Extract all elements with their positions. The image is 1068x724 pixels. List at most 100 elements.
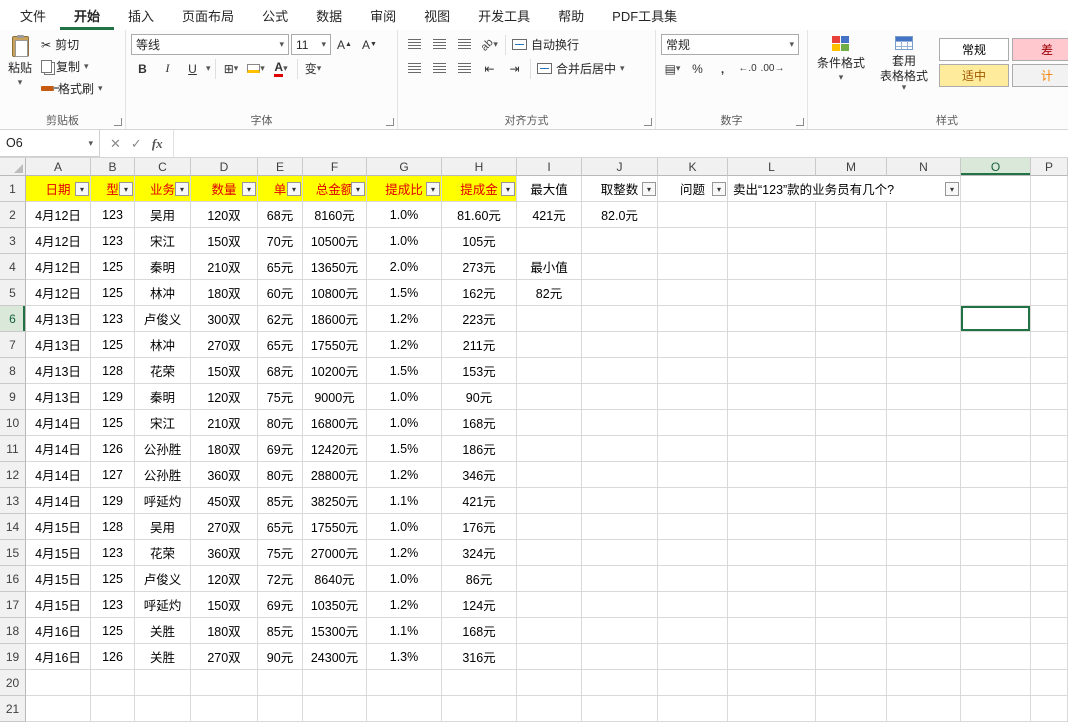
row-header-20[interactable]: 20 <box>0 670 26 696</box>
align-top-button[interactable] <box>403 34 426 55</box>
cell-I21[interactable] <box>517 696 582 722</box>
cell-N17[interactable] <box>887 592 961 618</box>
cell-B5[interactable]: 125 <box>91 280 135 306</box>
column-header-D[interactable]: D <box>191 158 258 176</box>
cell-F19[interactable]: 24300元 <box>303 644 367 670</box>
font-size-select[interactable]: 11 ▾ <box>291 34 331 55</box>
filter-dropdown-icon-H1[interactable]: ▾ <box>501 182 515 196</box>
cell-P16[interactable] <box>1031 566 1068 592</box>
cell-G5[interactable]: 1.5% <box>367 280 442 306</box>
cell-O10[interactable] <box>961 410 1031 436</box>
cell-M6[interactable] <box>816 306 887 332</box>
cell-G15[interactable]: 1.2% <box>367 540 442 566</box>
cell-E6[interactable]: 62元 <box>258 306 303 332</box>
cell-D21[interactable] <box>191 696 258 722</box>
cell-D14[interactable]: 270双 <box>191 514 258 540</box>
cell-M21[interactable] <box>816 696 887 722</box>
cell-G12[interactable]: 1.2% <box>367 462 442 488</box>
cell-L11[interactable] <box>728 436 816 462</box>
tab-文件[interactable]: 文件 <box>6 0 60 30</box>
borders-button[interactable]: ⊞▾ <box>220 58 243 79</box>
cell-G11[interactable]: 1.5% <box>367 436 442 462</box>
cell-P6[interactable] <box>1031 306 1068 332</box>
cell-K12[interactable] <box>658 462 728 488</box>
cell-A19[interactable]: 4月16日 <box>26 644 91 670</box>
row-header-18[interactable]: 18 <box>0 618 26 644</box>
cell-E3[interactable]: 70元 <box>258 228 303 254</box>
bold-button[interactable]: B <box>131 58 154 79</box>
cell-C18[interactable]: 关胜 <box>135 618 191 644</box>
row-header-10[interactable]: 10 <box>0 410 26 436</box>
cell-C14[interactable]: 吴用 <box>135 514 191 540</box>
cell-J3[interactable] <box>582 228 658 254</box>
wrap-text-button[interactable]: 自动换行 <box>510 34 581 55</box>
cell-I13[interactable] <box>517 488 582 514</box>
cell-E4[interactable]: 65元 <box>258 254 303 280</box>
cell-D16[interactable]: 120双 <box>191 566 258 592</box>
cell-B12[interactable]: 127 <box>91 462 135 488</box>
cell-D8[interactable]: 150双 <box>191 358 258 384</box>
format-as-table-button[interactable]: 套用 表格格式 ▾ <box>873 34 935 112</box>
cell-B10[interactable]: 125 <box>91 410 135 436</box>
tab-开发工具[interactable]: 开发工具 <box>464 0 544 30</box>
row-header-1[interactable]: 1 <box>0 176 26 202</box>
cell-I18[interactable] <box>517 618 582 644</box>
phonetic-button[interactable]: 变▾ <box>302 58 325 79</box>
cell-E9[interactable]: 75元 <box>258 384 303 410</box>
comma-style-button[interactable]: , <box>711 58 734 79</box>
cell-D17[interactable]: 150双 <box>191 592 258 618</box>
cell-E19[interactable]: 90元 <box>258 644 303 670</box>
cell-N9[interactable] <box>887 384 961 410</box>
cell-F21[interactable] <box>303 696 367 722</box>
cell-G2[interactable]: 1.0% <box>367 202 442 228</box>
cell-L13[interactable] <box>728 488 816 514</box>
cell-A10[interactable]: 4月14日 <box>26 410 91 436</box>
cell-P18[interactable] <box>1031 618 1068 644</box>
column-header-C[interactable]: C <box>135 158 191 176</box>
cell-I16[interactable] <box>517 566 582 592</box>
row-header-16[interactable]: 16 <box>0 566 26 592</box>
cell-O7[interactable] <box>961 332 1031 358</box>
align-center-button[interactable] <box>428 58 451 79</box>
column-header-J[interactable]: J <box>582 158 658 176</box>
cell-M14[interactable] <box>816 514 887 540</box>
cell-A12[interactable]: 4月14日 <box>26 462 91 488</box>
tab-插入[interactable]: 插入 <box>114 0 168 30</box>
cell-C5[interactable]: 林冲 <box>135 280 191 306</box>
cell-M3[interactable] <box>816 228 887 254</box>
decrease-decimal-button[interactable]: .00→ <box>761 58 784 79</box>
filter-dropdown-icon-D1[interactable]: ▾ <box>242 182 256 196</box>
tab-视图[interactable]: 视图 <box>410 0 464 30</box>
format-painter-button[interactable]: 格式刷 ▾ <box>39 78 105 99</box>
cell-P3[interactable] <box>1031 228 1068 254</box>
cell-N8[interactable] <box>887 358 961 384</box>
cell-P14[interactable] <box>1031 514 1068 540</box>
cell-K6[interactable] <box>658 306 728 332</box>
cell-A3[interactable]: 4月12日 <box>26 228 91 254</box>
decrease-indent-button[interactable]: ⇤ <box>478 58 501 79</box>
cell-J4[interactable] <box>582 254 658 280</box>
row-header-11[interactable]: 11 <box>0 436 26 462</box>
cell-J19[interactable] <box>582 644 658 670</box>
enter-icon[interactable]: ✓ <box>131 136 142 152</box>
cell-L9[interactable] <box>728 384 816 410</box>
cell-A18[interactable]: 4月16日 <box>26 618 91 644</box>
cell-P1[interactable] <box>1031 176 1068 202</box>
cell-O18[interactable] <box>961 618 1031 644</box>
cell-F9[interactable]: 9000元 <box>303 384 367 410</box>
cell-O11[interactable] <box>961 436 1031 462</box>
cell-D18[interactable]: 180双 <box>191 618 258 644</box>
merge-center-button[interactable]: 合并后居中 ▾ <box>535 58 627 79</box>
cell-D13[interactable]: 450双 <box>191 488 258 514</box>
cell-K1[interactable]: 问题▾ <box>658 176 728 202</box>
cell-H19[interactable]: 316元 <box>442 644 517 670</box>
cell-L1[interactable]: 卖出“123”款的业务员有几个?▾ <box>728 176 961 202</box>
cell-L14[interactable] <box>728 514 816 540</box>
cell-B8[interactable]: 128 <box>91 358 135 384</box>
cell-C16[interactable]: 卢俊义 <box>135 566 191 592</box>
cell-F16[interactable]: 8640元 <box>303 566 367 592</box>
cell-L21[interactable] <box>728 696 816 722</box>
cell-L10[interactable] <box>728 410 816 436</box>
cell-style-常规[interactable]: 常规 <box>939 38 1009 61</box>
cell-K16[interactable] <box>658 566 728 592</box>
